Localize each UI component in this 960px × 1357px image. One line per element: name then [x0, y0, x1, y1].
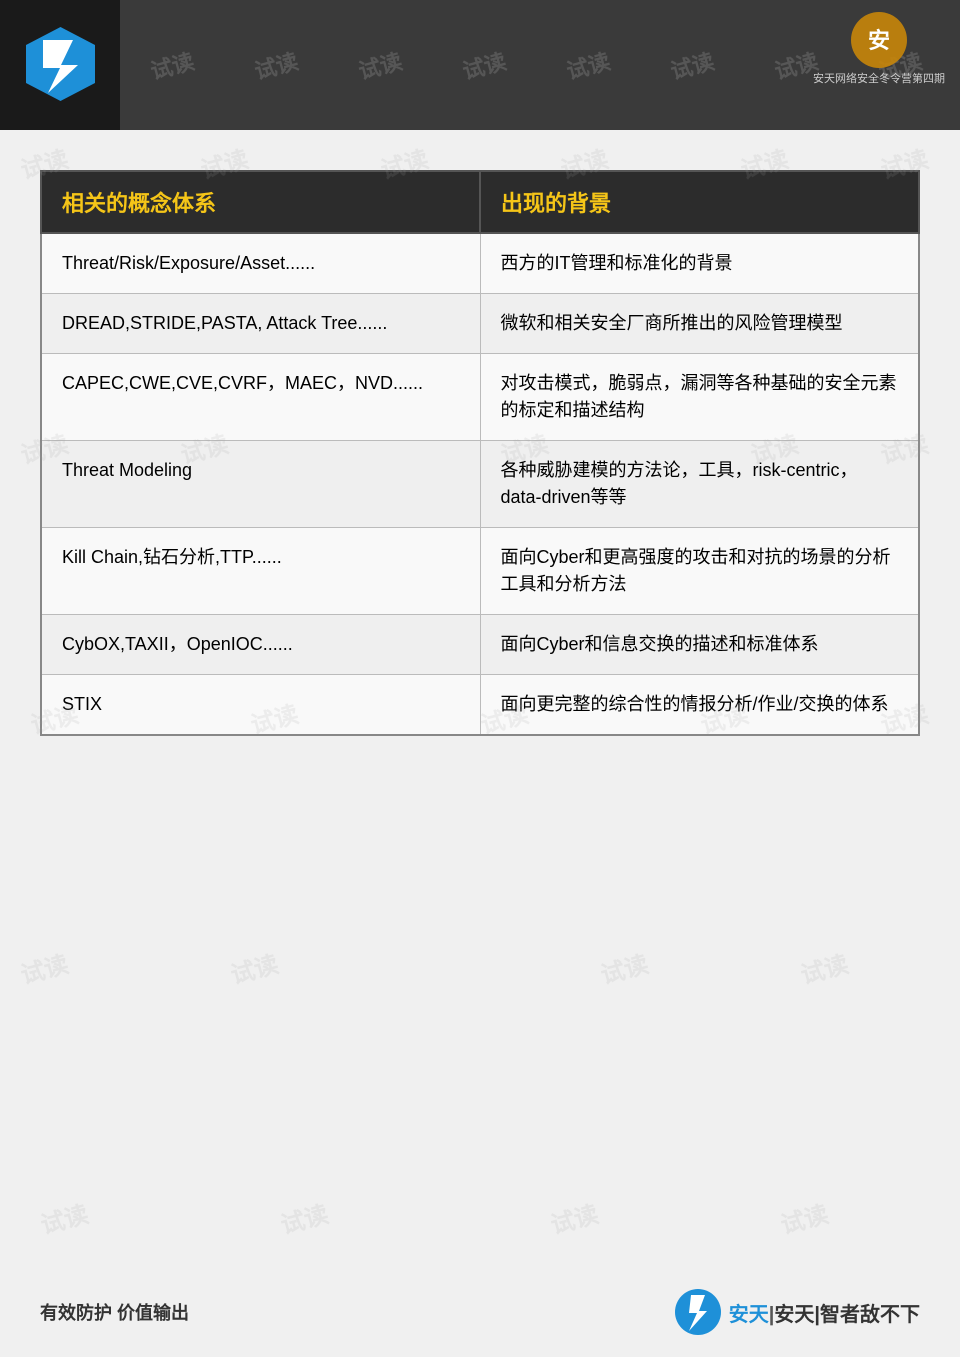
brand-top-right: 安 安天网络安全冬令营第四期 — [813, 10, 945, 86]
table-row: CybOX,TAXII，OpenIOC......面向Cyber和信息交换的描述… — [41, 615, 919, 675]
table-row: Threat/Risk/Exposure/Asset......西方的IT管理和… — [41, 233, 919, 294]
table-row: Threat Modeling各种威胁建模的方法论，工具，risk-centri… — [41, 441, 919, 528]
table-row: DREAD,STRIDE,PASTA, Attack Tree......微软和… — [41, 294, 919, 354]
main-content: 相关的概念体系 出现的背景 Threat/Risk/Exposure/Asset… — [0, 130, 960, 796]
wm-5: 试读 — [563, 49, 614, 81]
wm-1: 试读 — [147, 49, 198, 81]
antiy-logo: ANTIY — [23, 25, 98, 105]
cell-left-5: CybOX,TAXII，OpenIOC...... — [41, 615, 480, 675]
cell-right-5: 面向Cyber和信息交换的描述和标准体系 — [480, 615, 919, 675]
page-wm-19: 试读 — [596, 944, 651, 990]
cell-right-4: 面向Cyber和更高强度的攻击和对抗的场景的分析工具和分析方法 — [480, 528, 919, 615]
footer-slogan: 有效防护 价值输出 — [40, 1299, 189, 1325]
svg-text:安: 安 — [868, 28, 890, 53]
cell-right-6: 面向更完整的综合性的情报分析/作业/交换的体系 — [480, 675, 919, 736]
wm-3: 试读 — [355, 49, 406, 81]
page-wm-17: 试读 — [16, 944, 71, 990]
brand-subtitle: 安天网络安全冬令营第四期 — [813, 70, 945, 86]
table-row: Kill Chain,钻石分析,TTP......面向Cyber和更高强度的攻击… — [41, 528, 919, 615]
page-wm-21: 试读 — [36, 1194, 91, 1240]
cell-right-2: 对攻击模式，脆弱点，漏洞等各种基础的安全元素的标定和描述结构 — [480, 354, 919, 441]
table-row: CAPEC,CWE,CVE,CVRF，MAEC，NVD......对攻击模式，脆… — [41, 354, 919, 441]
concept-table: 相关的概念体系 出现的背景 Threat/Risk/Exposure/Asset… — [40, 170, 920, 736]
wm-2: 试读 — [251, 49, 302, 81]
cell-left-4: Kill Chain,钻石分析,TTP...... — [41, 528, 480, 615]
wm-4: 试读 — [459, 49, 510, 81]
page-wm-23: 试读 — [546, 1194, 601, 1240]
footer-eagle-icon — [673, 1287, 723, 1337]
header: ANTIY 试读 试读 试读 试读 试读 试读 试读 试读 安 安天网络安全冬令… — [0, 0, 960, 130]
page-wm-22: 试读 — [276, 1194, 331, 1240]
col1-header: 相关的概念体系 — [41, 171, 480, 233]
cell-right-3: 各种威胁建模的方法论，工具，risk-centric，data-driven等等 — [480, 441, 919, 528]
logo-area: ANTIY — [0, 0, 120, 130]
page-wm-20: 试读 — [796, 944, 851, 990]
page-wm-24: 试读 — [776, 1194, 831, 1240]
brand-eagle-icon: 安 — [849, 10, 909, 70]
cell-left-1: DREAD,STRIDE,PASTA, Attack Tree...... — [41, 294, 480, 354]
table-row: STIX面向更完整的综合性的情报分析/作业/交换的体系 — [41, 675, 919, 736]
footer-logo: 安天|安天|智者敌不下 — [673, 1287, 920, 1337]
wm-6: 试读 — [667, 49, 718, 81]
footer-brand-text: 安天|安天|智者敌不下 — [729, 1298, 920, 1327]
cell-left-6: STIX — [41, 675, 480, 736]
cell-left-0: Threat/Risk/Exposure/Asset...... — [41, 233, 480, 294]
page-wm-18: 试读 — [226, 944, 281, 990]
cell-left-2: CAPEC,CWE,CVE,CVRF，MAEC，NVD...... — [41, 354, 480, 441]
col2-header: 出现的背景 — [480, 171, 919, 233]
cell-left-3: Threat Modeling — [41, 441, 480, 528]
footer: 有效防护 价值输出 安天|安天|智者敌不下 — [0, 1287, 960, 1337]
cell-right-1: 微软和相关安全厂商所推出的风险管理模型 — [480, 294, 919, 354]
cell-right-0: 西方的IT管理和标准化的背景 — [480, 233, 919, 294]
